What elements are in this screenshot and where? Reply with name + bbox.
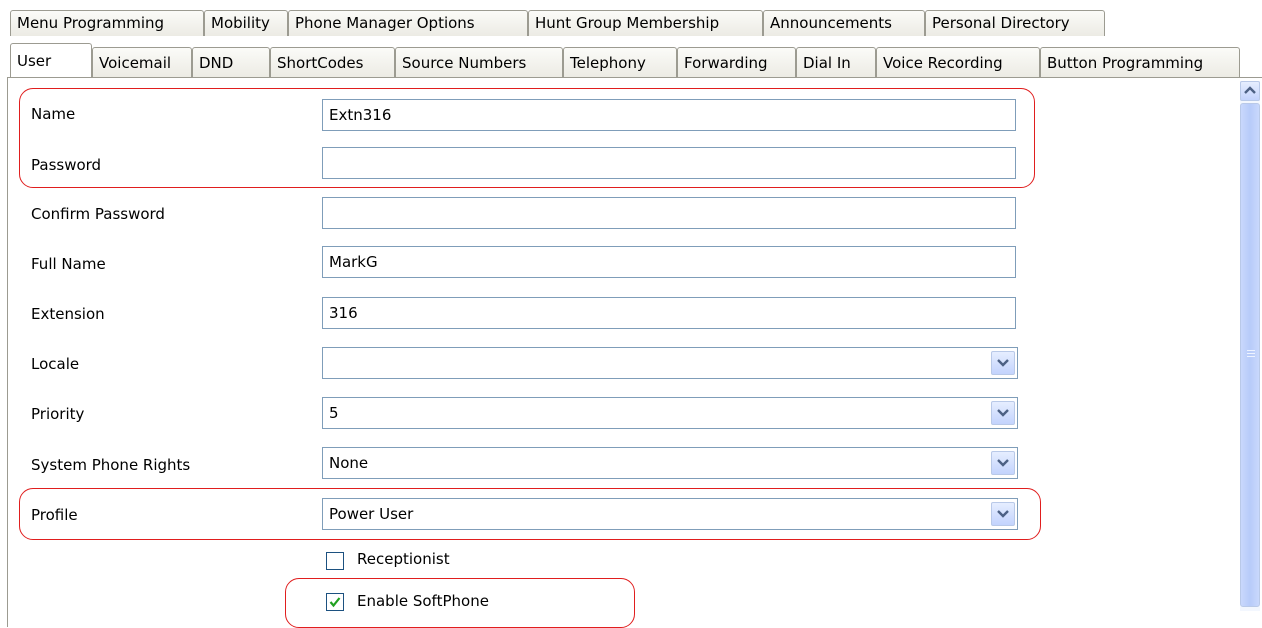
tab-hunt-group-membership[interactable]: Hunt Group Membership bbox=[528, 10, 763, 36]
chevron-down-icon[interactable] bbox=[991, 401, 1015, 425]
locale-select[interactable] bbox=[322, 347, 1018, 379]
tab-user[interactable]: User bbox=[10, 43, 92, 77]
chevron-down-icon[interactable] bbox=[991, 502, 1015, 526]
name-label: Name bbox=[31, 105, 76, 123]
profile-label: Profile bbox=[31, 506, 78, 524]
scroll-thumb[interactable] bbox=[1240, 103, 1260, 607]
chevron-up-icon bbox=[1244, 86, 1256, 94]
password-label: Password bbox=[31, 156, 102, 174]
locale-label: Locale bbox=[31, 355, 80, 373]
chevron-down-icon[interactable] bbox=[991, 351, 1015, 375]
tab-phone-manager-options[interactable]: Phone Manager Options bbox=[288, 10, 528, 36]
system-phone-rights-label: System Phone Rights bbox=[31, 456, 191, 474]
tab-dnd[interactable]: DND bbox=[192, 47, 270, 77]
password-input[interactable] bbox=[322, 147, 1016, 179]
full-name-label: Full Name bbox=[31, 255, 106, 273]
tab-personal-directory[interactable]: Personal Directory bbox=[925, 10, 1105, 36]
tab-forwarding[interactable]: Forwarding bbox=[677, 47, 796, 77]
extension-label: Extension bbox=[31, 305, 105, 323]
tab-telephony[interactable]: Telephony bbox=[563, 47, 677, 77]
system-phone-rights-select[interactable]: None bbox=[322, 447, 1018, 479]
priority-label: Priority bbox=[31, 405, 85, 423]
priority-select[interactable]: 5 bbox=[322, 397, 1018, 429]
tab-button-programming[interactable]: Button Programming bbox=[1040, 47, 1240, 77]
tab-dial-in[interactable]: Dial In bbox=[796, 47, 876, 77]
enable-softphone-label: Enable SoftPhone bbox=[357, 592, 489, 610]
tab-voice-recording[interactable]: Voice Recording bbox=[876, 47, 1040, 77]
checkmark-icon bbox=[329, 597, 341, 608]
vertical-scrollbar[interactable] bbox=[1240, 81, 1260, 611]
tab-shortcodes[interactable]: ShortCodes bbox=[270, 47, 395, 77]
extension-input[interactable]: 316 bbox=[322, 297, 1016, 329]
full-name-input[interactable]: MarkG bbox=[322, 246, 1016, 278]
scroll-up-button[interactable] bbox=[1240, 81, 1260, 101]
receptionist-label: Receptionist bbox=[357, 550, 450, 568]
confirm-password-label: Confirm Password bbox=[31, 205, 165, 223]
tab-announcements[interactable]: Announcements bbox=[763, 10, 925, 36]
profile-select[interactable]: Power User bbox=[322, 498, 1018, 530]
chevron-down-icon[interactable] bbox=[991, 451, 1015, 475]
name-input[interactable]: Extn316 bbox=[322, 99, 1016, 131]
confirm-password-input[interactable] bbox=[322, 197, 1016, 229]
tab-voicemail[interactable]: Voicemail bbox=[92, 47, 192, 77]
tab-menu-programming[interactable]: Menu Programming bbox=[10, 10, 204, 36]
scroll-grip-icon bbox=[1247, 350, 1255, 358]
tab-mobility[interactable]: Mobility bbox=[204, 10, 288, 36]
enable-softphone-checkbox[interactable] bbox=[326, 593, 344, 611]
receptionist-checkbox[interactable] bbox=[326, 552, 344, 570]
tab-source-numbers[interactable]: Source Numbers bbox=[395, 47, 563, 77]
